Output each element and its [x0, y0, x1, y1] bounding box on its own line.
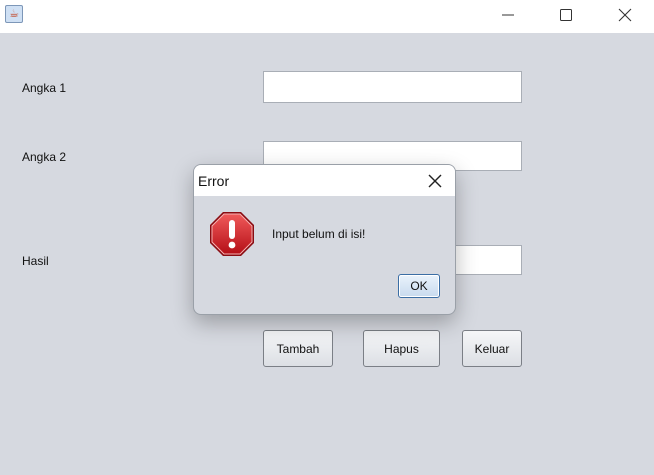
angka1-label: Angka 1 — [22, 81, 67, 95]
hapus-button[interactable]: Hapus — [363, 330, 440, 367]
java-cup-icon: ☕ — [5, 5, 23, 23]
close-icon — [428, 174, 442, 188]
error-stop-icon — [210, 212, 254, 256]
hasil-label: Hasil — [22, 254, 49, 268]
ok-button[interactable]: OK — [398, 274, 440, 298]
tambah-button[interactable]: Tambah — [263, 330, 333, 367]
error-message: Input belum di isi! — [272, 227, 366, 241]
window-titlebar: ☕ — [0, 0, 654, 33]
dialog-titlebar: Error — [194, 165, 455, 196]
maximize-icon — [560, 9, 572, 21]
keluar-button[interactable]: Keluar — [462, 330, 522, 367]
angka2-label: Angka 2 — [22, 150, 67, 164]
angka1-input[interactable] — [263, 71, 522, 103]
dialog-title: Error — [198, 173, 230, 189]
minimize-button[interactable] — [479, 0, 537, 30]
close-icon — [618, 8, 632, 22]
maximize-button[interactable] — [537, 0, 595, 30]
error-dialog: Error Input belum di isi! OK — [193, 164, 456, 315]
minimize-icon — [502, 14, 514, 16]
close-button[interactable] — [596, 0, 654, 30]
dialog-close-button[interactable] — [427, 173, 443, 189]
